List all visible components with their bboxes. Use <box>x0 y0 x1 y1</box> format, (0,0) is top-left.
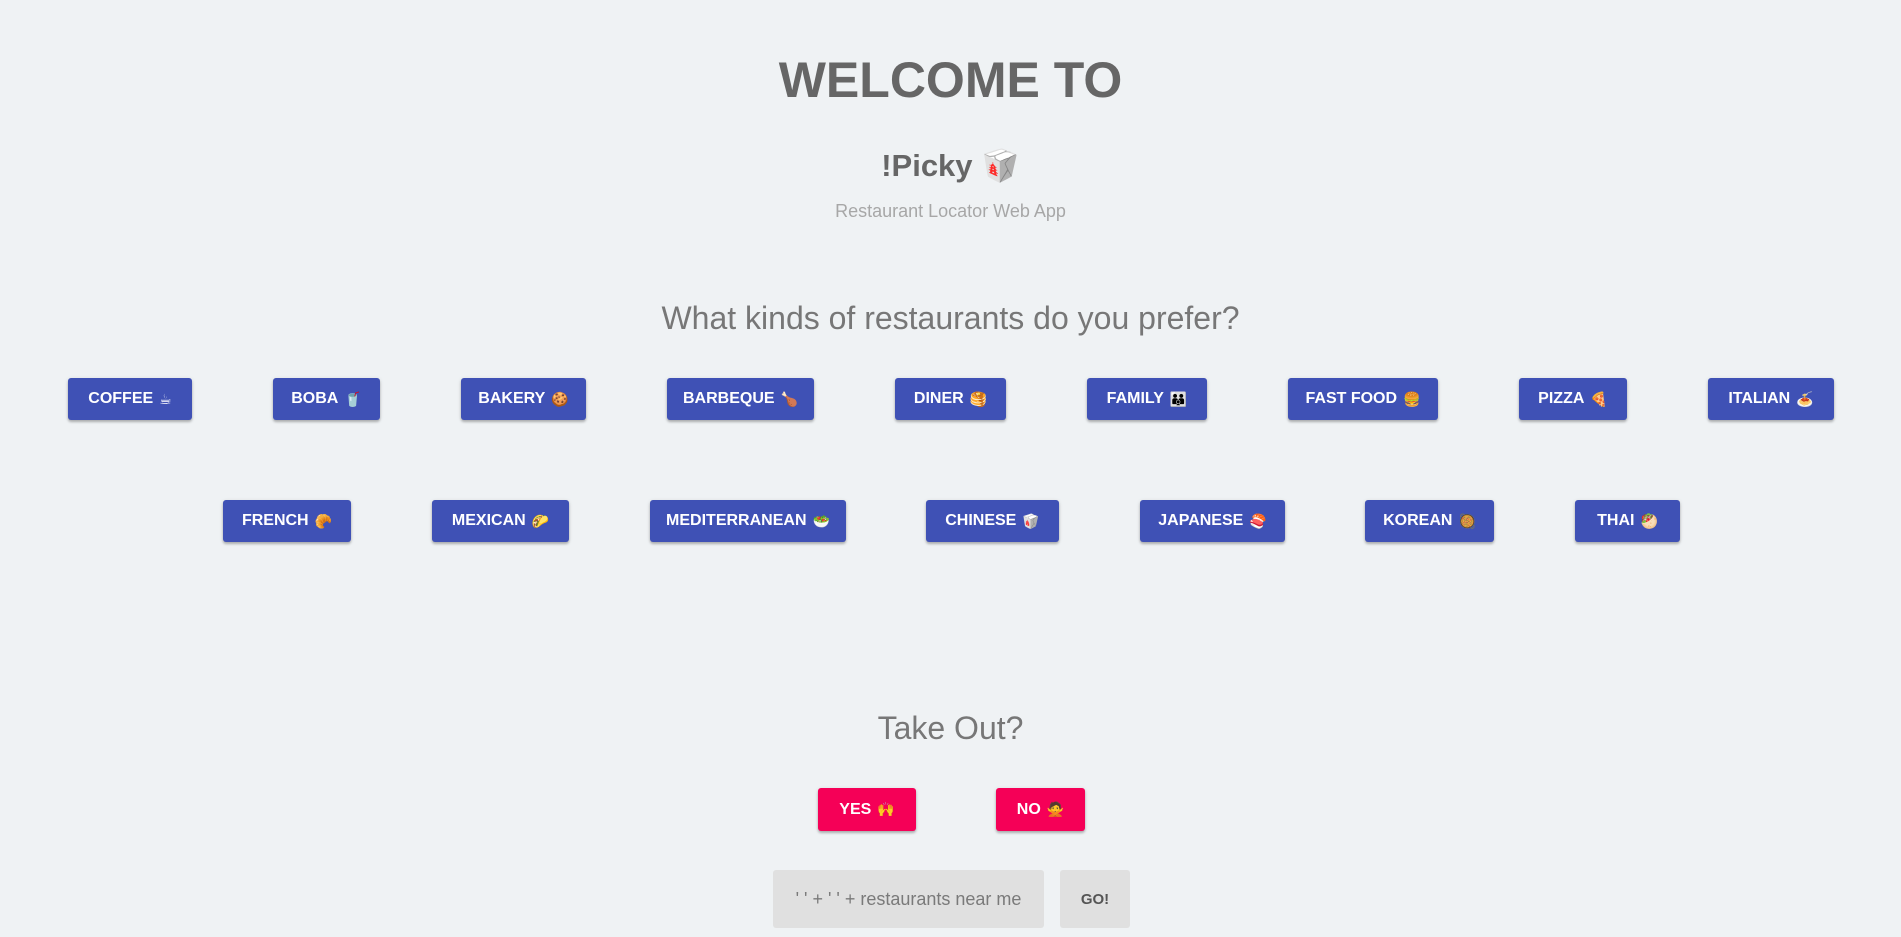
category-button-japanese[interactable]: JAPANESE 🍣 <box>1140 500 1285 542</box>
app-name-text: !Picky <box>881 148 973 183</box>
go-button[interactable]: GO! <box>1060 870 1130 928</box>
preferences-question: What kinds of restaurants do you prefer? <box>661 300 1240 336</box>
boba-drink-icon: 🥤 <box>344 390 362 407</box>
takeout-options: YES 🙌 NO 🙅 <box>0 788 1901 831</box>
category-button-barbeque[interactable]: BARBEQUE 🍗 <box>667 378 814 420</box>
takeout-box-icon: 🥡 <box>1022 512 1040 529</box>
burger-icon: 🍔 <box>1403 390 1421 407</box>
welcome-heading: WELCOME TO <box>778 52 1123 108</box>
takeout-question: Take Out? <box>877 710 1024 746</box>
coffee-icon: ☕ <box>159 390 172 407</box>
taco-icon: 🌮 <box>531 512 550 529</box>
category-button-diner[interactable]: DINER 🥞 <box>895 378 1006 420</box>
category-button-boba[interactable]: BOBA 🥤 <box>273 378 380 420</box>
raised-hands-icon: 🙌 <box>877 801 895 817</box>
pancakes-icon: 🥞 <box>969 390 988 407</box>
drumstick-icon: 🍗 <box>780 390 798 407</box>
app-subtitle: Restaurant Locator Web App <box>835 201 1066 221</box>
category-button-mexican[interactable]: MEXICAN 🌮 <box>432 500 569 542</box>
gesture-no-icon: 🙅 <box>1046 801 1065 817</box>
category-button-italian[interactable]: ITALIAN 🍝 <box>1708 378 1834 420</box>
category-row-1: COFFEE ☕ BOBA 🥤 BAKERY 🍪 BARBEQUE 🍗 DINER 🥞 F… <box>0 378 1901 420</box>
category-button-thai[interactable]: THAI 🥙 <box>1575 500 1680 542</box>
search-query-field[interactable]: ' ' + ' ' + restaurants near me <box>773 870 1044 928</box>
salad-icon: 🥗 <box>812 512 830 529</box>
category-button-chinese[interactable]: CHINESE 🥡 <box>926 500 1059 542</box>
cookie-icon: 🍪 <box>551 390 569 407</box>
category-button-korean[interactable]: KOREAN 🥘 <box>1365 500 1494 542</box>
takeout-no-button[interactable]: NO 🙅 <box>996 788 1085 831</box>
category-button-french[interactable]: FRENCH 🥐 <box>223 500 351 542</box>
category-button-pizza[interactable]: PIZZA 🍕 <box>1519 378 1627 420</box>
search-bar: ' ' + ' ' + restaurants near me GO! <box>0 870 1901 928</box>
pan-food-icon: 🥘 <box>1458 512 1476 529</box>
sushi-icon: 🍣 <box>1249 512 1267 529</box>
family-icon: 👪 <box>1169 390 1188 407</box>
croissant-icon: 🥐 <box>314 512 333 529</box>
spaghetti-icon: 🍝 <box>1796 390 1814 407</box>
takeout-yes-button[interactable]: YES 🙌 <box>818 788 916 831</box>
takeout-box-icon: 🥡 <box>981 148 1020 183</box>
pizza-icon: 🍕 <box>1590 390 1608 407</box>
category-row-2: FRENCH 🥐 MEXICAN 🌮 MEDITERRANEAN 🥗 CHINESE 🥡… <box>0 500 1901 542</box>
category-button-fast-food[interactable]: FAST FOOD 🍔 <box>1288 378 1438 420</box>
category-button-coffee[interactable]: COFFEE ☕ <box>68 378 192 420</box>
category-button-mediterranean[interactable]: MEDITERRANEAN 🥗 <box>650 500 846 542</box>
page: WELCOME TO !Picky 🥡 Restaurant Locator W… <box>0 0 1901 937</box>
category-button-family[interactable]: FAMILY 👪 <box>1087 378 1207 420</box>
flatbread-icon: 🥙 <box>1640 512 1658 529</box>
category-button-bakery[interactable]: BAKERY 🍪 <box>461 378 586 420</box>
app-name: !Picky 🥡 <box>0 146 1901 186</box>
